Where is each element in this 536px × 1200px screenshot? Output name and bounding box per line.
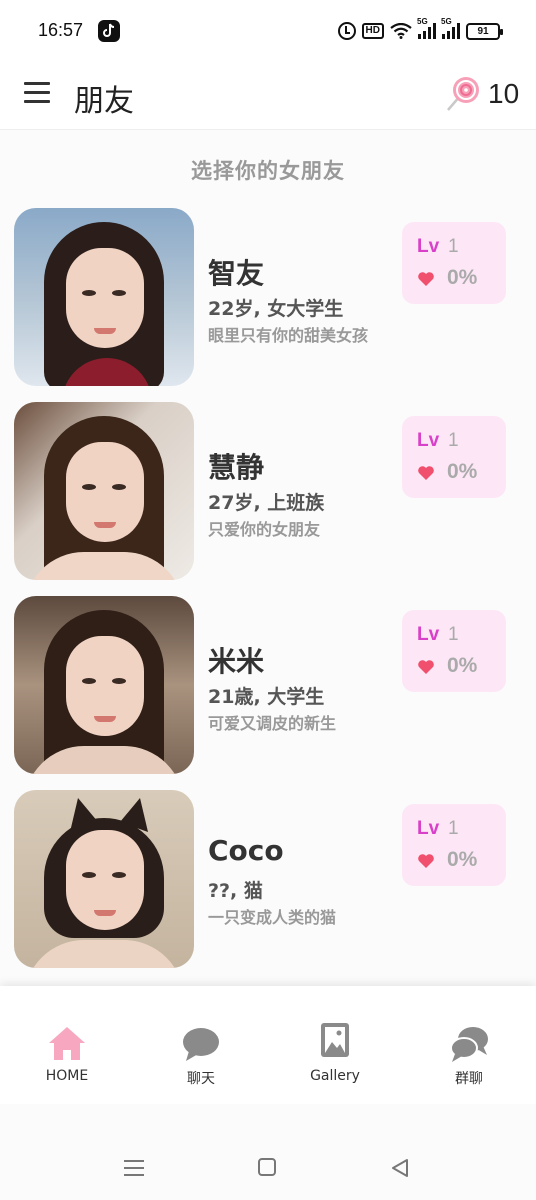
nav-item-gallery[interactable]: Gallery [268, 986, 402, 1104]
back-icon[interactable] [390, 1158, 410, 1178]
affinity-value: 0% [447, 848, 478, 871]
nav-item-chat[interactable]: 聊天 [134, 986, 268, 1104]
page-title: 朋友 [74, 84, 134, 119]
battery-icon: 91 [466, 22, 503, 40]
level-value: 1 [448, 236, 459, 257]
candy-count: 10 [488, 78, 520, 109]
friend-card[interactable]: 智友 22岁, 女大学生 眼里只有你的甜美女孩 Lv 1 0% [0, 208, 536, 388]
friend-card[interactable]: Coco ??, 猫 一只变成人类的猫 Lv 1 0% [0, 790, 536, 970]
friend-tagline: 可爱又调皮的新生 [208, 714, 337, 733]
avatar[interactable] [14, 208, 194, 386]
nav-label-home: HOME [45, 1068, 89, 1084]
lollipop-icon[interactable] [442, 74, 482, 114]
friend-tagline: 眼里只有你的甜美女孩 [208, 326, 369, 345]
nav-label-chat: 聊天 [187, 1071, 215, 1087]
alarm-icon [337, 22, 356, 40]
friend-name: 米米 [208, 645, 265, 678]
friend-tagline: 只爱你的女朋友 [208, 520, 321, 539]
heart-icon [418, 466, 434, 480]
status-bar: 16:57 HD 5G 5G 91 [0, 0, 536, 62]
level-label: Lv [417, 818, 440, 839]
friend-name: 慧静 [208, 451, 265, 484]
signal-type-label: 5G [417, 17, 428, 26]
level-label: Lv [417, 430, 440, 451]
tiktok-icon [98, 20, 120, 42]
nav-item-group-chat[interactable]: 群聊 [402, 986, 536, 1104]
friend-card[interactable]: 慧静 27岁, 上班族 只爱你的女朋友 Lv 1 0% [0, 402, 536, 582]
heart-icon [418, 854, 434, 868]
level-badge: Lv 1 0% [402, 416, 506, 498]
avatar[interactable] [14, 402, 194, 580]
heart-icon [418, 272, 434, 286]
group-chat-icon [450, 1027, 488, 1062]
signal-icon: 5G [441, 17, 460, 39]
nav-item-home[interactable]: HOME [0, 986, 134, 1104]
affinity-value: 0% [447, 654, 478, 677]
hamburger-menu-icon[interactable] [24, 82, 50, 104]
level-badge: Lv 1 0% [402, 804, 506, 886]
friend-meta: 27岁, 上班族 [208, 492, 325, 514]
level-value: 1 [448, 818, 459, 839]
bottom-nav: HOME 聊天 Gallery 群聊 [0, 986, 536, 1104]
nav-label-group-chat: 群聊 [455, 1071, 483, 1087]
nav-label-gallery: Gallery [310, 1068, 360, 1084]
avatar[interactable] [14, 596, 194, 774]
status-icons: HD 5G 5G 91 [337, 17, 503, 42]
heart-icon [418, 660, 434, 674]
level-label: Lv [417, 624, 440, 645]
level-badge: Lv 1 0% [402, 222, 506, 304]
level-value: 1 [448, 430, 459, 451]
friend-meta: 21歳, 大学生 [208, 686, 325, 708]
friend-meta: ??, 猫 [208, 880, 263, 902]
friend-card[interactable]: 米米 21歳, 大学生 可爱又调皮的新生 Lv 1 0% [0, 596, 536, 776]
signal-type-label: 5G [441, 17, 452, 26]
gallery-icon [321, 1023, 349, 1057]
wifi-icon [390, 23, 412, 39]
section-title: 选择你的女朋友 [191, 159, 345, 183]
friend-meta: 22岁, 女大学生 [208, 298, 344, 320]
home-button-icon[interactable] [258, 1158, 276, 1176]
hd-icon: HD [361, 23, 384, 39]
avatar[interactable] [14, 790, 194, 968]
friend-name: 智友 [208, 257, 265, 290]
friend-tagline: 一只变成人类的猫 [208, 908, 337, 927]
friend-name: Coco [208, 834, 284, 867]
signal-icon: 5G [417, 17, 436, 39]
level-badge: Lv 1 0% [402, 610, 506, 692]
level-value: 1 [448, 624, 459, 645]
app-bar: 朋友 10 [0, 62, 536, 130]
affinity-value: 0% [447, 266, 478, 289]
status-time: 16:57 [38, 20, 84, 40]
affinity-value: 0% [447, 460, 478, 483]
recent-apps-icon[interactable] [124, 1160, 144, 1176]
home-icon [49, 1027, 85, 1060]
level-label: Lv [417, 236, 440, 257]
chat-bubble-icon [183, 1028, 219, 1061]
system-navigation-bar [0, 1104, 536, 1200]
